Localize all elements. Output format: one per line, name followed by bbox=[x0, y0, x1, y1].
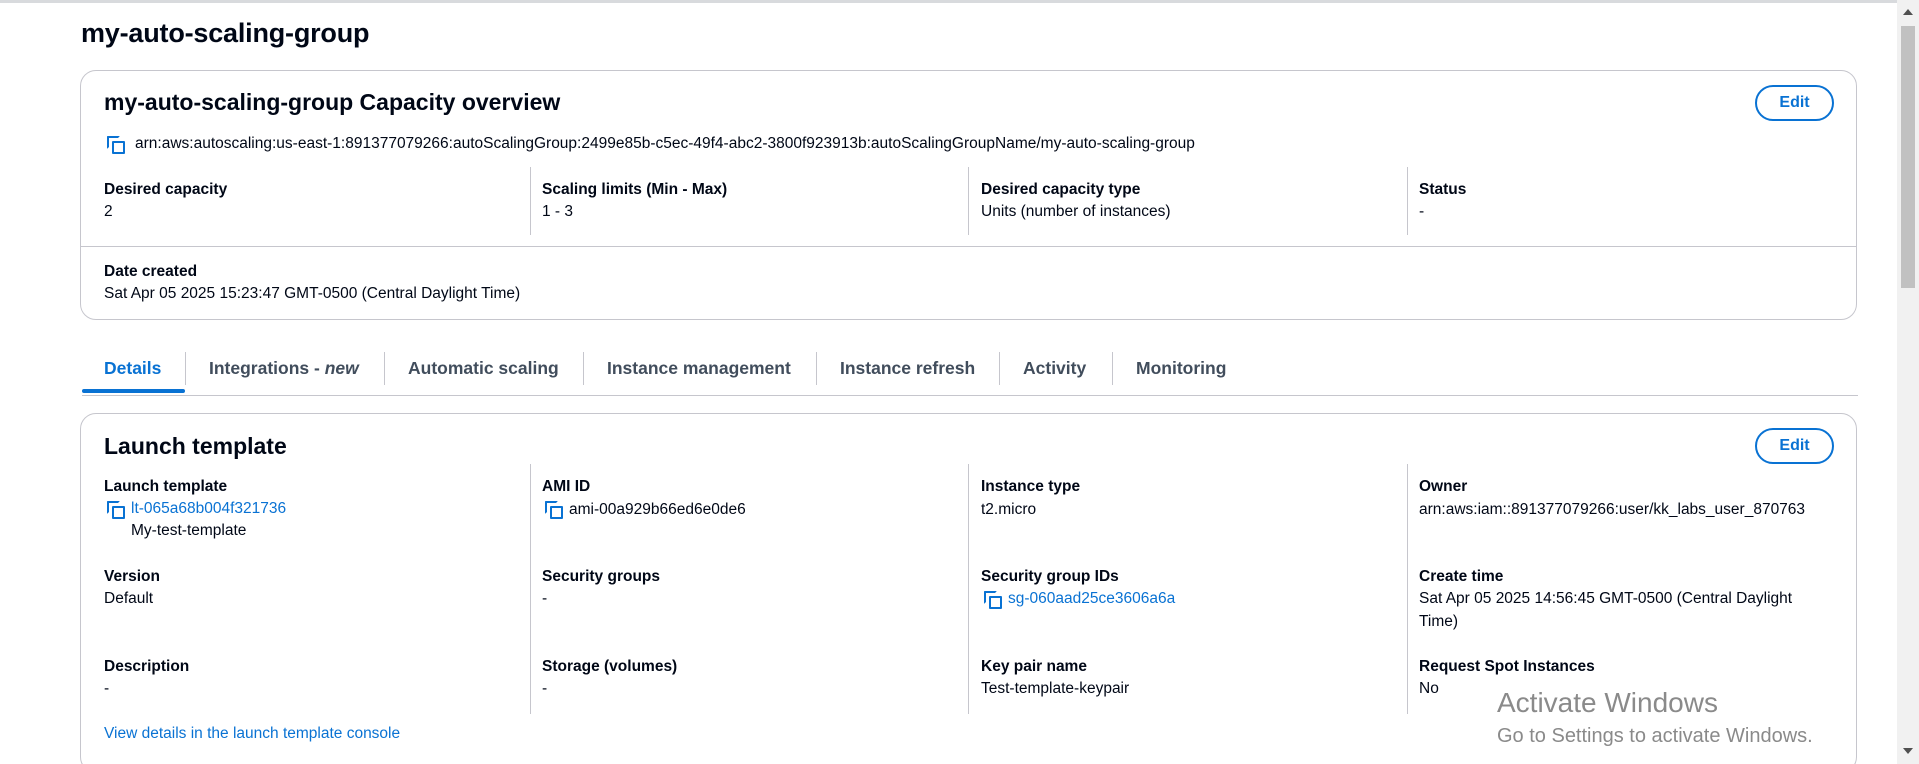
tab-label: Instance refresh bbox=[840, 358, 976, 378]
launch-template-label: Launch template bbox=[104, 478, 228, 495]
scrollbar-thumb[interactable] bbox=[1901, 26, 1915, 288]
new-badge: new bbox=[324, 358, 359, 378]
launch-template-title: Launch template bbox=[104, 433, 287, 459]
windows-activation-watermark: Activate Windows Go to Settings to activ… bbox=[1497, 686, 1813, 752]
tab-label: Activity bbox=[1023, 358, 1087, 378]
copy-icon[interactable] bbox=[107, 136, 127, 156]
instance-type-value: t2.micro bbox=[981, 501, 1037, 518]
owner-value: arn:aws:iam::891377079266:user/kk_labs_u… bbox=[1419, 501, 1806, 518]
tab-label: Instance management bbox=[607, 358, 791, 378]
view-launch-template-console-link[interactable]: View details in the launch template cons… bbox=[104, 725, 400, 743]
desired-capacity-type-value: Units (number of instances) bbox=[981, 203, 1171, 220]
security-group-ids-label: Security group IDs bbox=[981, 568, 1119, 585]
create-time-label: Create time bbox=[1419, 568, 1504, 585]
divider bbox=[968, 464, 969, 714]
tab-activity[interactable]: Activity bbox=[1023, 350, 1086, 395]
security-groups-label: Security groups bbox=[542, 568, 660, 585]
tab-instance-management[interactable]: Instance management bbox=[607, 350, 791, 395]
divider bbox=[530, 167, 531, 235]
copy-icon[interactable] bbox=[107, 501, 127, 521]
capacity-overview-panel: my-auto-scaling-group Capacity overview … bbox=[80, 70, 1857, 320]
instance-type-label: Instance type bbox=[981, 478, 1081, 495]
tab-separator bbox=[384, 352, 385, 385]
tab-separator bbox=[816, 352, 817, 385]
description-label: Description bbox=[104, 658, 190, 675]
watermark-title: Activate Windows bbox=[1497, 687, 1718, 718]
status-label: Status bbox=[1419, 181, 1467, 198]
ami-id-value: ami-00a929b66ed6e0de6 bbox=[569, 501, 746, 518]
watermark-subtitle: Go to Settings to activate Windows. bbox=[1497, 725, 1813, 747]
date-created-label: Date created bbox=[104, 263, 198, 280]
tab-label: Integrations - bbox=[209, 358, 325, 378]
desired-capacity-type-label: Desired capacity type bbox=[981, 181, 1141, 198]
version-value: Default bbox=[104, 590, 154, 607]
active-tab-indicator bbox=[82, 389, 185, 393]
version-label: Version bbox=[104, 568, 160, 585]
scaling-limits-value: 1 - 3 bbox=[542, 203, 574, 220]
tab-separator bbox=[999, 352, 1000, 385]
ami-id-label: AMI ID bbox=[542, 478, 591, 495]
divider bbox=[968, 167, 969, 235]
key-pair-label: Key pair name bbox=[981, 658, 1087, 675]
divider bbox=[1407, 464, 1408, 714]
tab-separator bbox=[185, 352, 186, 385]
tab-label: Monitoring bbox=[1136, 358, 1227, 378]
description-value: - bbox=[104, 680, 110, 697]
divider bbox=[81, 246, 1856, 247]
security-group-id-link[interactable]: sg-060aad25ce3606a6a bbox=[1008, 590, 1175, 608]
divider bbox=[530, 464, 531, 714]
tab-label: Details bbox=[104, 358, 162, 378]
tab-label: Automatic scaling bbox=[408, 358, 559, 378]
key-pair-value: Test-template-keypair bbox=[981, 680, 1130, 697]
scaling-limits-label: Scaling limits (Min - Max) bbox=[542, 181, 728, 198]
vertical-scrollbar[interactable] bbox=[1897, 0, 1919, 764]
create-time-value-line2: Time) bbox=[1419, 613, 1459, 630]
launch-template-name: My-test-template bbox=[131, 522, 247, 539]
launch-template-id-link[interactable]: lt-065a68b004f321736 bbox=[131, 500, 286, 518]
copy-icon[interactable] bbox=[545, 501, 565, 521]
tab-integrations[interactable]: Integrations - new bbox=[209, 350, 359, 395]
copy-icon[interactable] bbox=[984, 591, 1004, 611]
tab-instance-refresh[interactable]: Instance refresh bbox=[840, 350, 975, 395]
capacity-edit-button[interactable]: Edit bbox=[1755, 85, 1834, 121]
spot-instances-label: Request Spot Instances bbox=[1419, 658, 1595, 675]
spot-instances-value: No bbox=[1419, 680, 1439, 697]
tab-bar: Details Integrations - new Automatic sca… bbox=[82, 350, 1858, 396]
tab-automatic-scaling[interactable]: Automatic scaling bbox=[408, 350, 559, 395]
tab-monitoring[interactable]: Monitoring bbox=[1136, 350, 1226, 395]
security-groups-value: - bbox=[542, 590, 548, 607]
create-time-value-line1: Sat Apr 05 2025 14:56:45 GMT-0500 (Centr… bbox=[1419, 590, 1793, 607]
tab-separator bbox=[1112, 352, 1113, 385]
storage-label: Storage (volumes) bbox=[542, 658, 678, 675]
divider bbox=[1407, 167, 1408, 235]
scroll-up-icon[interactable] bbox=[1903, 9, 1913, 15]
tab-separator bbox=[583, 352, 584, 385]
status-value: - bbox=[1419, 203, 1425, 220]
scroll-down-icon[interactable] bbox=[1903, 748, 1913, 754]
launch-template-edit-button[interactable]: Edit bbox=[1755, 428, 1834, 464]
desired-capacity-value: 2 bbox=[104, 203, 113, 220]
storage-value: - bbox=[542, 680, 548, 697]
date-created-value: Sat Apr 05 2025 15:23:47 GMT-0500 (Centr… bbox=[104, 285, 521, 302]
capacity-overview-title: my-auto-scaling-group Capacity overview bbox=[104, 89, 561, 115]
desired-capacity-label: Desired capacity bbox=[104, 181, 228, 198]
top-divider bbox=[0, 0, 1897, 3]
owner-label: Owner bbox=[1419, 478, 1468, 495]
asg-arn: arn:aws:autoscaling:us-east-1:8913770792… bbox=[135, 135, 1195, 152]
page-title: my-auto-scaling-group bbox=[81, 18, 370, 48]
